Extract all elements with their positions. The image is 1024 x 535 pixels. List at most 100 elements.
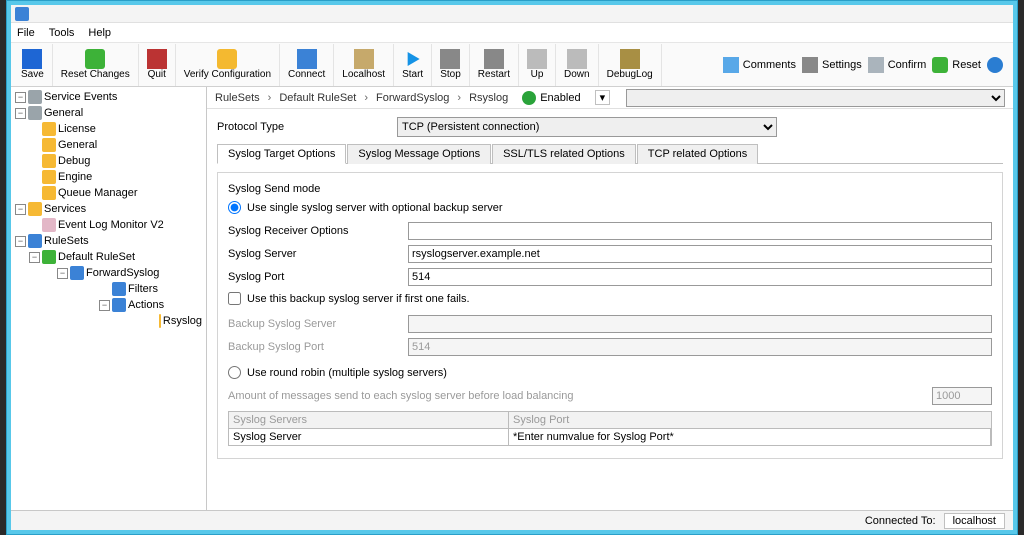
tree-general-sub[interactable]: General xyxy=(58,137,97,153)
title-bar xyxy=(11,5,1013,23)
reset-icon xyxy=(85,49,105,69)
save-icon xyxy=(22,49,42,69)
enabled-indicator[interactable]: Enabled xyxy=(522,91,580,105)
tree-forwardsyslog[interactable]: ForwardSyslog xyxy=(86,265,159,281)
folder-icon xyxy=(28,106,42,120)
tree-rulesets[interactable]: RuleSets xyxy=(44,233,89,249)
menu-file[interactable]: File xyxy=(17,27,35,39)
tree-engine[interactable]: Engine xyxy=(58,169,92,185)
node-icon xyxy=(42,138,56,152)
settings-button[interactable]: Settings xyxy=(802,57,862,73)
restart-icon xyxy=(484,49,504,69)
crumb-rulesets[interactable]: RuleSets xyxy=(215,92,260,104)
start-button[interactable]: Start xyxy=(394,44,432,86)
confirm-icon xyxy=(868,57,884,73)
expander-icon[interactable]: − xyxy=(29,252,40,263)
confirm-button[interactable]: Confirm xyxy=(868,57,927,73)
pane: Protocol Type TCP (Persistent connection… xyxy=(207,109,1013,510)
window-frame: File Tools Help Save Reset Changes Quit … xyxy=(6,0,1018,535)
protocol-type-label: Protocol Type xyxy=(217,121,397,133)
col-port: Syslog Port xyxy=(509,412,991,428)
radio-single-server[interactable] xyxy=(228,201,241,214)
grid-server-cell[interactable]: Syslog Server xyxy=(229,429,509,445)
protocol-type-select[interactable]: TCP (Persistent connection) xyxy=(397,117,777,137)
enabled-dropdown[interactable]: ▾ xyxy=(595,90,611,105)
tree-service-events[interactable]: Service Events xyxy=(44,89,117,105)
reset-button[interactable]: Reset xyxy=(932,57,981,73)
tab-syslog-message[interactable]: Syslog Message Options xyxy=(347,144,491,164)
tree-default-ruleset[interactable]: Default RuleSet xyxy=(58,249,135,265)
up-button[interactable]: Up xyxy=(519,44,556,86)
tab-ssl-tls[interactable]: SSL/TLS related Options xyxy=(492,144,636,164)
comments-button[interactable]: Comments xyxy=(723,57,796,73)
expander-icon[interactable]: − xyxy=(15,236,26,247)
syslog-server-label: Syslog Server xyxy=(228,248,408,260)
up-icon xyxy=(527,49,547,69)
tree-queue-manager[interactable]: Queue Manager xyxy=(58,185,138,201)
tree-filters[interactable]: Filters xyxy=(128,281,158,297)
nav-tree[interactable]: − Service Events − General License General… xyxy=(11,87,207,510)
debuglog-button[interactable]: DebugLog xyxy=(599,44,662,86)
expander-icon[interactable]: − xyxy=(15,204,26,215)
radio-rr-label: Use round robin (multiple syslog servers… xyxy=(247,367,447,379)
tab-tcp[interactable]: TCP related Options xyxy=(637,144,758,164)
crumb-rsyslog[interactable]: Rsyslog xyxy=(469,92,508,104)
use-backup-label: Use this backup syslog server if first o… xyxy=(247,293,470,305)
localhost-button[interactable]: Localhost xyxy=(334,44,394,86)
radio-round-robin[interactable] xyxy=(228,366,241,379)
settings-icon xyxy=(802,57,818,73)
menu-tools[interactable]: Tools xyxy=(49,27,75,39)
tree-elm[interactable]: Event Log Monitor V2 xyxy=(58,217,164,233)
save-button[interactable]: Save xyxy=(13,44,53,86)
down-button[interactable]: Down xyxy=(556,44,599,86)
connect-button[interactable]: Connect xyxy=(280,44,334,86)
syslog-port-input[interactable] xyxy=(408,268,992,286)
tree-general[interactable]: General xyxy=(44,105,83,121)
reset-small-icon xyxy=(932,57,948,73)
crumb-default-ruleset[interactable]: Default RuleSet xyxy=(279,92,356,104)
reset-changes-button[interactable]: Reset Changes xyxy=(53,44,139,86)
servers-grid-row[interactable]: Syslog Server *Enter numvalue for Syslog… xyxy=(228,429,992,446)
tree-debug[interactable]: Debug xyxy=(58,153,90,169)
expander-icon[interactable]: − xyxy=(15,108,26,119)
grid-port-cell[interactable]: *Enter numvalue for Syslog Port* xyxy=(509,429,991,445)
node-icon xyxy=(112,298,126,312)
backup-port-label: Backup Syslog Port xyxy=(228,341,408,353)
verify-config-button[interactable]: Verify Configuration xyxy=(176,44,280,86)
help-icon[interactable] xyxy=(987,57,1003,73)
verify-icon xyxy=(217,49,237,69)
tree-services[interactable]: Services xyxy=(44,201,86,217)
node-icon xyxy=(159,314,161,328)
restart-button[interactable]: Restart xyxy=(470,44,519,86)
ruleset-icon xyxy=(28,234,42,248)
menu-bar: File Tools Help xyxy=(11,23,1013,43)
down-icon xyxy=(567,49,587,69)
node-icon xyxy=(42,154,56,168)
expander-icon[interactable]: − xyxy=(15,92,26,103)
stop-button[interactable]: Stop xyxy=(432,44,470,86)
quit-button[interactable]: Quit xyxy=(139,44,176,86)
comments-icon xyxy=(723,57,739,73)
node-icon xyxy=(112,282,126,296)
debuglog-icon xyxy=(620,49,640,69)
syslog-server-input[interactable] xyxy=(408,245,992,263)
action-name-select[interactable] xyxy=(626,89,1005,107)
tree-actions[interactable]: Actions xyxy=(128,297,164,313)
use-backup-checkbox[interactable] xyxy=(228,292,241,305)
node-icon xyxy=(42,186,56,200)
syslog-send-mode-group: Syslog Send mode Use single syslog serve… xyxy=(217,172,1003,459)
tree-rsyslog[interactable]: Rsyslog xyxy=(163,313,202,329)
content: RuleSets› Default RuleSet› ForwardSyslog… xyxy=(207,87,1013,510)
syslog-port-label: Syslog Port xyxy=(228,271,408,283)
expander-icon[interactable]: − xyxy=(99,300,110,311)
expander-icon[interactable]: − xyxy=(57,268,68,279)
node-icon xyxy=(42,218,56,232)
tree-license[interactable]: License xyxy=(58,121,96,137)
start-icon xyxy=(403,49,423,69)
menu-help[interactable]: Help xyxy=(88,27,111,39)
crumb-forwardsyslog[interactable]: ForwardSyslog xyxy=(376,92,449,104)
tab-syslog-target[interactable]: Syslog Target Options xyxy=(217,144,346,164)
receiver-options-input[interactable] xyxy=(408,222,992,240)
gear-icon xyxy=(28,202,42,216)
backup-server-label: Backup Syslog Server xyxy=(228,318,408,330)
